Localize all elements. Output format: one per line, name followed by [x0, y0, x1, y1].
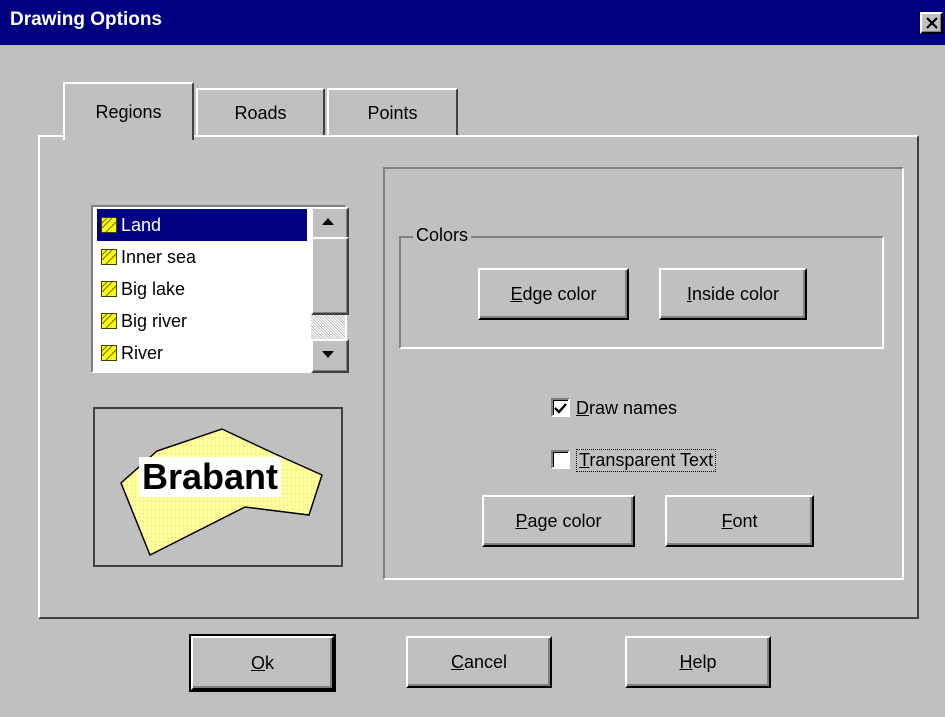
edge-color-button[interactable]: Edge color	[478, 268, 629, 320]
tab-regions-label: Regions	[95, 101, 162, 122]
tab-regions[interactable]: Regions	[63, 82, 194, 140]
scroll-up-button[interactable]	[311, 207, 349, 241]
region-pattern-icon	[101, 281, 117, 297]
draw-names-mnemonic: D	[576, 398, 589, 418]
scrollbar-thumb[interactable]	[311, 237, 349, 315]
cancel-label: ancel	[463, 651, 508, 672]
inside-color-label: nside color	[691, 283, 780, 304]
page-color-button[interactable]: Page color	[482, 495, 635, 547]
cancel-mnemonic: C	[450, 651, 464, 672]
ok-button[interactable]: Ok	[189, 634, 336, 692]
region-pattern-icon	[101, 217, 117, 233]
region-listbox[interactable]: Land Inner sea Big lake Big river River	[91, 205, 349, 373]
draw-names-text: raw names	[589, 398, 678, 418]
preview-region-label: Brabant	[139, 457, 282, 497]
list-item-label: Land	[121, 214, 162, 235]
ok-label: k	[265, 652, 274, 673]
inside-color-button[interactable]: Inside color	[659, 268, 807, 320]
close-icon	[926, 17, 938, 29]
transparent-text-text: ransparent Text	[589, 450, 714, 470]
list-item-label: Inner sea	[121, 246, 197, 267]
arrow-up-icon	[322, 218, 334, 225]
checkmark-icon	[554, 403, 567, 414]
tab-roads[interactable]: Roads	[196, 88, 325, 136]
list-item-river[interactable]: River	[97, 337, 307, 369]
colors-group-label: Colors	[413, 225, 472, 246]
list-item-land[interactable]: Land	[97, 209, 307, 241]
scroll-down-button[interactable]	[311, 339, 349, 373]
draw-names-label[interactable]: Draw names	[576, 398, 677, 419]
list-item-inner-sea[interactable]: Inner sea	[97, 241, 307, 273]
list-item-big-lake[interactable]: Big lake	[97, 273, 307, 305]
tab-points-label: Points	[367, 102, 418, 123]
window-title: Drawing Options	[10, 9, 162, 30]
help-mnemonic: H	[679, 651, 693, 672]
list-item-label: Big lake	[121, 278, 186, 299]
font-mnemonic: F	[721, 510, 733, 531]
list-item-label: River	[121, 342, 164, 363]
page-color-mnemonic: P	[515, 510, 528, 531]
scrollbar-track-page[interactable]	[311, 311, 345, 339]
page-color-label: age color	[527, 510, 602, 531]
arrow-down-icon	[322, 351, 334, 358]
list-item-label: Big river	[121, 310, 188, 331]
colors-group	[399, 236, 884, 349]
region-pattern-icon	[101, 313, 117, 329]
region-preview: Brabant	[93, 407, 343, 567]
transparent-text-mnemonic: T	[579, 450, 590, 470]
close-button[interactable]	[920, 12, 943, 34]
draw-names-checkbox[interactable]	[551, 398, 570, 417]
transparent-text-checkbox[interactable]	[551, 450, 570, 469]
ok-mnemonic: O	[250, 652, 265, 673]
font-label: ont	[732, 510, 758, 531]
help-label: elp	[692, 651, 717, 672]
transparent-text-label[interactable]: Transparent Text	[576, 449, 717, 472]
list-item-big-river[interactable]: Big river	[97, 305, 307, 337]
tab-roads-label: Roads	[234, 102, 287, 123]
edge-color-mnemonic: E	[510, 283, 523, 304]
region-pattern-icon	[101, 345, 117, 361]
list-scrollbar[interactable]	[311, 207, 349, 373]
region-pattern-icon	[101, 249, 117, 265]
tab-points[interactable]: Points	[327, 88, 458, 136]
help-button[interactable]: Help	[625, 636, 771, 688]
edge-color-label: dge color	[522, 283, 597, 304]
cancel-button[interactable]: Cancel	[406, 636, 552, 688]
font-button[interactable]: Font	[665, 495, 814, 547]
